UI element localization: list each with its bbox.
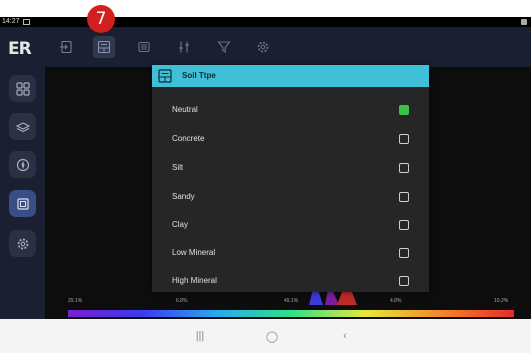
scale-ticks: 29.1% 6.8% 49.1% 4.8% 10.2% (68, 298, 514, 307)
soil-option-low-mineral[interactable]: Low Mineral (152, 239, 429, 267)
status-bar: 14:27 (0, 17, 531, 27)
filter-icon (217, 41, 231, 53)
option-checkbox[interactable] (399, 276, 409, 286)
option-label: Clay (172, 220, 189, 229)
toolbar (45, 27, 531, 67)
compass-icon (16, 158, 29, 171)
soil-option-neutral[interactable]: Neutral (152, 96, 429, 124)
sidebar-compass-button[interactable] (9, 151, 36, 178)
option-checkbox[interactable] (399, 248, 409, 258)
soil-option-sandy[interactable]: Sandy (152, 183, 429, 211)
step-badge: 7 (87, 5, 115, 33)
option-label: Silt (172, 163, 184, 172)
android-nav-bar: ||| ◯ ‹ (0, 319, 531, 353)
filter-button[interactable] (213, 36, 235, 58)
scale-tick-label: 4.8% (390, 298, 402, 304)
battery-button[interactable] (133, 36, 155, 58)
soil-option-concrete[interactable]: Concrete (152, 125, 429, 153)
layers-icon (15, 121, 30, 132)
scale-tick-label: 10.2% (494, 298, 509, 304)
home-button[interactable]: ◯ (265, 329, 279, 343)
sidebar-layers-button[interactable] (9, 113, 36, 140)
settings-icon (257, 41, 269, 53)
option-checkbox[interactable] (399, 134, 409, 144)
gallery-notification-icon (23, 19, 30, 25)
option-checkbox[interactable] (399, 192, 409, 202)
battery-icon (138, 41, 150, 53)
import-icon (60, 40, 72, 54)
app-logo: ER (8, 39, 32, 59)
option-label: High Mineral (172, 276, 217, 285)
dialog-title: Soil Ttpe (182, 71, 216, 80)
option-label: Concrete (172, 134, 205, 143)
recent-apps-button[interactable]: ||| (193, 329, 207, 343)
soil-type-icon (158, 69, 172, 83)
option-label: Sandy (172, 192, 195, 201)
status-time: 14:27 (2, 18, 20, 25)
sliders-icon (179, 41, 189, 53)
signal-icon (521, 19, 527, 25)
option-label: Low Mineral (172, 248, 216, 257)
soil-option-high-mineral[interactable]: High Mineral (152, 267, 429, 295)
dialog-header: Soil Ttpe (152, 65, 429, 87)
back-button[interactable]: ‹ (338, 329, 352, 343)
sidebar-grid-button[interactable] (9, 75, 36, 102)
sliders-button[interactable] (173, 36, 195, 58)
scan-icon (16, 197, 29, 210)
option-label: Neutral (172, 105, 198, 114)
sidebar-scan-button[interactable] (9, 190, 36, 217)
settings-icon (17, 238, 28, 249)
device-screen: 14:27 ER 29.1% 6.8% 49.1% 4.8% 10.2% 7 S… (0, 0, 531, 353)
sidebar-settings-button[interactable] (9, 230, 36, 257)
scale-tick-label: 49.1% (284, 298, 299, 304)
soil-type-button[interactable] (93, 36, 115, 58)
scale-tick-label: 6.8% (176, 298, 188, 304)
toolbar-settings-button[interactable] (252, 36, 274, 58)
soil-option-clay[interactable]: Clay (152, 211, 429, 239)
soil-type-icon (97, 40, 111, 54)
option-checkbox[interactable] (399, 220, 409, 230)
option-checkbox[interactable] (399, 105, 409, 115)
sidebar: ER (0, 27, 45, 319)
soil-option-silt[interactable]: Silt (152, 154, 429, 182)
import-button[interactable] (55, 36, 77, 58)
scale-tick-label: 29.1% (68, 298, 83, 304)
grid-icon (15, 81, 30, 96)
soil-type-dialog: Soil Ttpe Neutral Concrete Silt Sandy Cl… (152, 65, 429, 292)
option-checkbox[interactable] (399, 163, 409, 173)
color-scale-bar (68, 310, 514, 317)
